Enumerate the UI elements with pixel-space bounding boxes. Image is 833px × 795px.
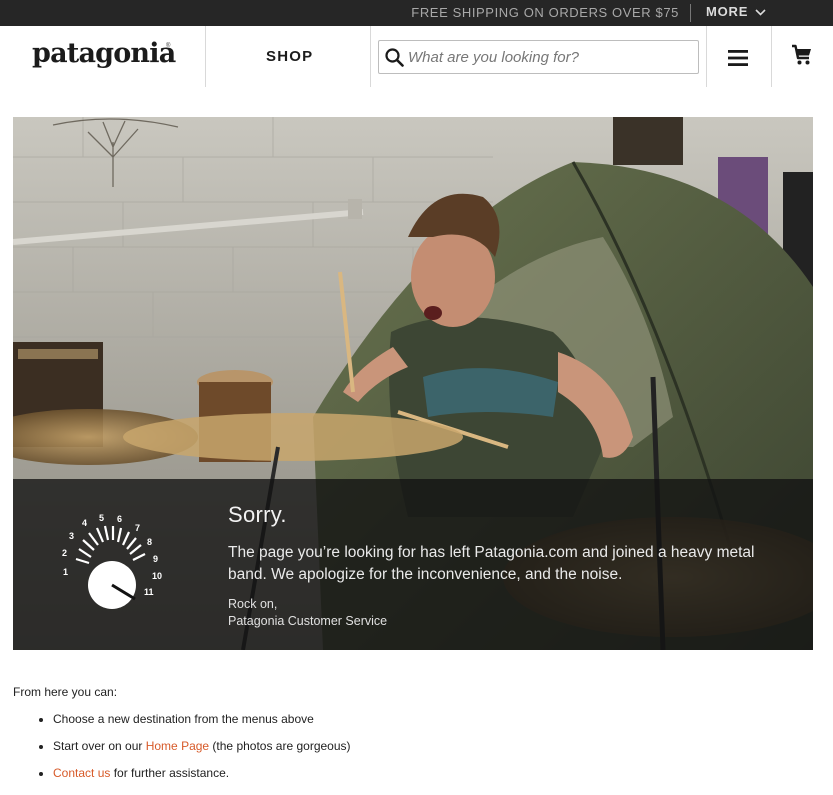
- free-shipping-text: FREE SHIPPING ON ORDERS OVER $75: [411, 5, 679, 20]
- search-box: [378, 40, 699, 74]
- knob-number: 11: [144, 587, 154, 597]
- help-intro: From here you can:: [13, 685, 118, 699]
- registered-mark: ®: [166, 43, 171, 49]
- error-heading: Sorry.: [228, 502, 287, 527]
- shopping-cart-icon[interactable]: [791, 44, 813, 66]
- knob-number: 9: [153, 554, 158, 564]
- promo-bar: FREE SHIPPING ON ORDERS OVER $75 MORE: [0, 0, 833, 26]
- hamburger-menu-icon[interactable]: [728, 50, 748, 66]
- shop-nav-button[interactable]: SHOP: [266, 48, 313, 65]
- knob-number: 2: [62, 548, 67, 558]
- list-item: Start over on our Home Page (the photos …: [39, 739, 351, 766]
- option-text: for further assistance.: [110, 766, 230, 780]
- knob-number: 6: [117, 514, 122, 524]
- header-divider: [370, 26, 371, 87]
- error-message: The page you’re looking for has left Pat…: [228, 544, 755, 583]
- home-page-link[interactable]: Home Page: [146, 739, 209, 753]
- knob-number: 3: [69, 531, 74, 541]
- header-divider: [771, 26, 772, 87]
- more-button[interactable]: MORE: [706, 4, 766, 19]
- knob-number: 1: [63, 567, 68, 577]
- knob-number: 7: [135, 523, 140, 533]
- signoff: Rock on, Patagonia Customer Service: [228, 596, 387, 630]
- list-item: Contact us for further assistance.: [39, 766, 351, 793]
- header-divider: [205, 26, 206, 87]
- option-text: Start over on our: [53, 739, 146, 753]
- option-text: (the photos are gorgeous): [209, 739, 351, 753]
- knob-number: 5: [99, 513, 104, 523]
- patagonia-logo[interactable]: patagonia: [32, 38, 176, 69]
- site-header: patagonia ® SHOP: [0, 26, 833, 87]
- knob-number: 10: [152, 571, 162, 581]
- help-options-list: Choose a new destination from the menus …: [39, 712, 351, 793]
- hero-image: 1 2 3 4 5 6 7 8 9 10 11 Sorry. The page …: [13, 117, 813, 650]
- chevron-down-icon: [755, 9, 766, 16]
- option-text: Choose a new destination from the menus …: [53, 712, 314, 726]
- signoff-greeting: Rock on,: [228, 597, 278, 611]
- volume-knob-icon: 1 2 3 4 5 6 7 8 9 10 11: [62, 513, 162, 609]
- knob-number: 4: [82, 518, 87, 528]
- header-divider: [706, 26, 707, 87]
- signoff-team: Patagonia Customer Service: [228, 614, 388, 628]
- search-input[interactable]: [408, 47, 693, 67]
- more-label: MORE: [706, 4, 749, 19]
- list-item: Choose a new destination from the menus …: [39, 712, 351, 739]
- promo-divider: [690, 4, 691, 22]
- knob-number: 8: [147, 537, 152, 547]
- contact-us-link[interactable]: Contact us: [53, 766, 110, 780]
- search-icon[interactable]: [385, 48, 404, 67]
